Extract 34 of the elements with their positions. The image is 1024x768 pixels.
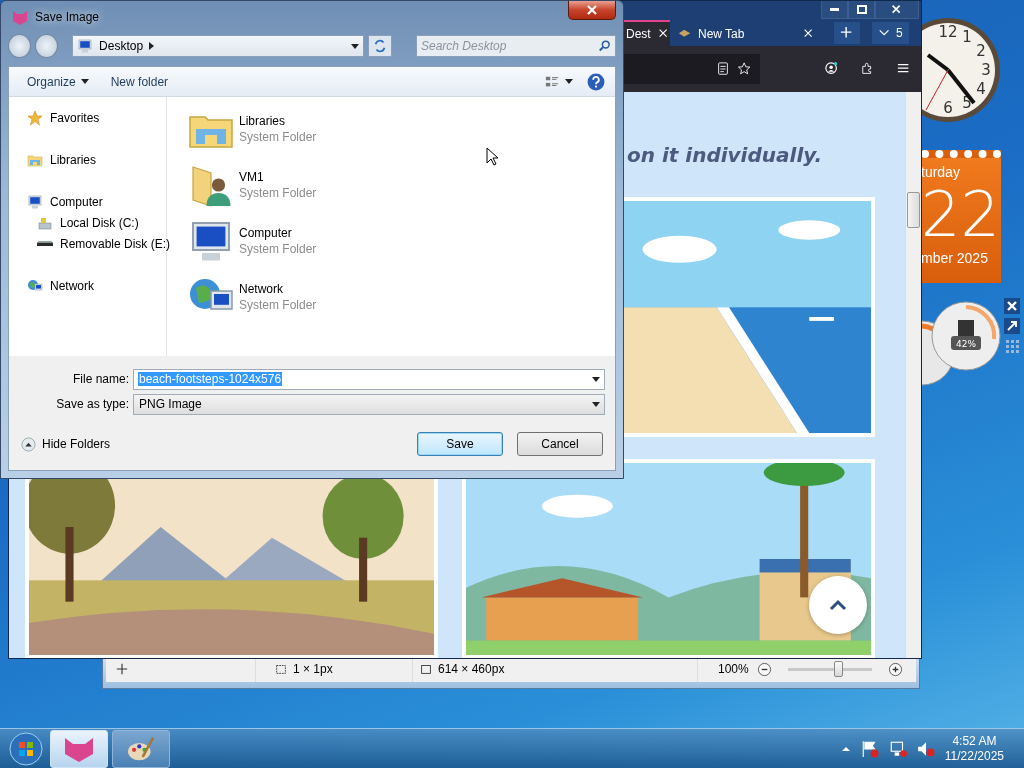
window-title: Save Image <box>35 10 100 24</box>
browser-tab[interactable]: New Tab <box>672 20 822 46</box>
nav-item[interactable]: Libraries <box>27 149 166 170</box>
dialog-button[interactable]: Cancel <box>517 432 604 456</box>
file-item[interactable]: Network System Folder <box>187 273 317 321</box>
clock-numeral: 3 <box>981 61 991 79</box>
search-field[interactable]: Search Desktop <box>416 35 616 57</box>
clock-numeral: 4 <box>976 80 986 98</box>
nav-item[interactable]: Favorites <box>27 107 166 128</box>
page-heading: on it individually. <box>627 143 823 167</box>
tab-list-button[interactable]: 5 <box>872 22 909 44</box>
hide-folders-button[interactable]: Hide Folders <box>21 436 111 452</box>
nav-item[interactable]: Computer <box>27 191 166 212</box>
nav-item[interactable]: Network <box>27 275 166 296</box>
clock-numeral: 1 <box>962 28 972 47</box>
toolbar-button[interactable]: Organize <box>19 71 97 92</box>
file-item[interactable]: VM1 System Folder <box>187 161 317 209</box>
image-size: 614 × 460px <box>438 662 505 676</box>
dialog-button[interactable]: Save <box>417 432 504 456</box>
field-label: Save as type: <box>55 397 130 411</box>
toolbar-button[interactable]: New folder <box>102 71 177 92</box>
zoom-level: 100% <box>718 662 749 676</box>
file-item[interactable]: Libraries System Folder <box>187 105 317 153</box>
clock-numeral: 6 <box>943 99 953 117</box>
address-bar[interactable]: Desktop <box>72 35 365 57</box>
field-label: File name: <box>71 372 130 386</box>
selection-size: 1 × 1px <box>293 662 333 676</box>
nav-item[interactable]: Local Disk (C:) <box>27 212 166 233</box>
clock-numeral: 12 <box>938 23 958 41</box>
file-type-dropdown[interactable]: PNG Image <box>133 393 605 415</box>
clock-numeral: 2 <box>976 42 986 60</box>
taskbar-clock[interactable]: 4:52 AM 11/22/2025 <box>944 733 1004 764</box>
file-item[interactable]: Computer System Folder <box>187 217 317 265</box>
calendar-gadget: turday 22 mber 2025 <box>921 150 1001 283</box>
